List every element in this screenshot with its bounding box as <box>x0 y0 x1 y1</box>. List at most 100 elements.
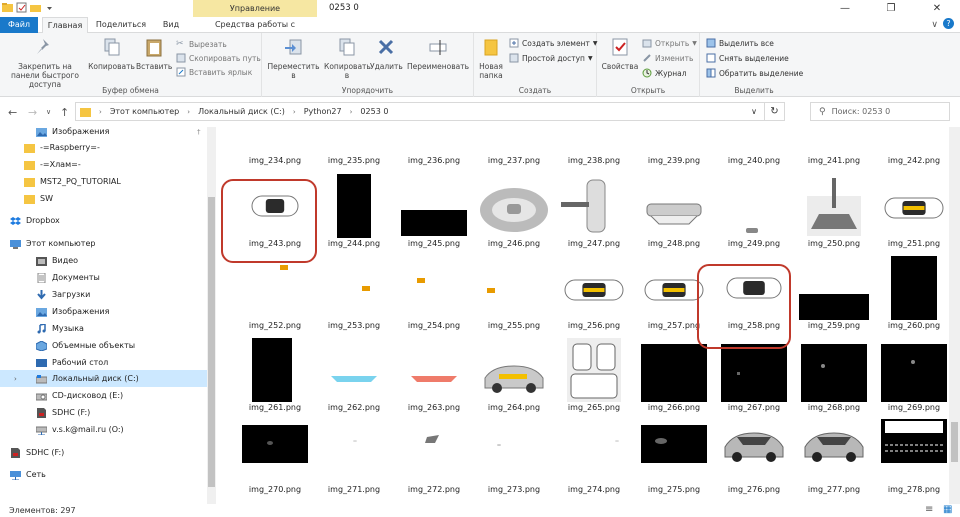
nav-item-2[interactable]: -=Хлам=- <box>0 156 207 173</box>
file-thumbnail[interactable] <box>474 336 554 404</box>
back-arrow-icon[interactable]: ← <box>8 106 17 119</box>
file-name[interactable]: img_251.png <box>874 239 949 248</box>
file-name[interactable]: img_268.png <box>794 403 874 412</box>
up-arrow-icon[interactable]: ↑ <box>60 106 69 119</box>
paste-shortcut-button[interactable]: Вставить ярлык <box>176 67 252 77</box>
file-name[interactable]: img_270.png <box>235 485 315 494</box>
file-name[interactable]: img_267.png <box>714 403 794 412</box>
file-name[interactable]: img_264.png <box>474 403 554 412</box>
nav-item-3[interactable]: MST2_PQ_TUTORIAL <box>0 173 207 190</box>
nav-item-8[interactable]: Документы <box>0 269 207 286</box>
history-button[interactable]: Журнал <box>642 68 687 78</box>
file-thumbnail[interactable] <box>314 172 394 240</box>
invert-selection-button[interactable]: Обратить выделение <box>706 68 803 78</box>
file-thumbnail[interactable] <box>874 417 949 485</box>
select-all-button[interactable]: Выделить все <box>706 38 774 48</box>
file-thumbnail[interactable] <box>474 172 554 240</box>
file-thumbnail[interactable] <box>235 254 315 322</box>
rename-button[interactable]: Переименовать <box>404 37 472 71</box>
file-name[interactable]: img_255.png <box>474 321 554 330</box>
nav-item-19[interactable]: Сеть <box>0 466 207 483</box>
expand-chevron-icon[interactable]: › <box>14 375 17 383</box>
file-thumbnail[interactable] <box>314 254 394 322</box>
file-name[interactable]: img_249.png <box>714 239 794 248</box>
file-name[interactable]: img_237.png <box>474 156 554 165</box>
nav-item-16[interactable]: SDHC (F:) <box>0 404 207 421</box>
tab-picture-tools[interactable]: Средства работы с рисунками <box>193 17 317 44</box>
file-thumbnail[interactable] <box>634 417 714 485</box>
file-name[interactable]: img_244.png <box>314 239 394 248</box>
content-scrollbar[interactable] <box>949 127 960 504</box>
file-name[interactable]: img_241.png <box>794 156 874 165</box>
refresh-icon[interactable]: ↻ <box>764 103 784 120</box>
file-thumbnail[interactable] <box>874 172 949 240</box>
nav-item-17[interactable]: v.s.k@mail.ru (O:) <box>0 421 207 438</box>
nav-item-12[interactable]: Объемные объекты <box>0 337 207 354</box>
address-bar[interactable]: › Этот компьютер › Локальный диск (C:) ›… <box>75 102 785 121</box>
recent-dropdown-icon[interactable]: ∨ <box>46 108 51 116</box>
search-box[interactable]: ⚲ Поиск: 0253 0 <box>810 102 950 121</box>
minimize-button[interactable]: — <box>822 0 868 17</box>
nav-item-11[interactable]: Музыка <box>0 320 207 337</box>
nav-item-1[interactable]: -=Raspberry=- <box>0 139 207 156</box>
tab-view[interactable]: Вид <box>154 17 188 33</box>
nav-item-13[interactable]: Рабочий стол <box>0 354 207 371</box>
details-view-icon[interactable]: ≡ <box>925 504 933 515</box>
new-item-button[interactable]: Создать элемент ▼ <box>509 38 597 48</box>
file-name[interactable]: img_260.png <box>874 321 949 330</box>
file-name[interactable]: img_272.png <box>394 485 474 494</box>
tab-file[interactable]: Файл <box>0 17 38 33</box>
file-thumbnail[interactable] <box>874 254 949 322</box>
file-thumbnail[interactable] <box>634 172 714 240</box>
nav-item-14[interactable]: › Локальный диск (C:) <box>0 370 207 387</box>
properties-quick-icon[interactable] <box>16 2 27 13</box>
file-thumbnail[interactable] <box>394 254 474 322</box>
properties-button[interactable]: Свойства <box>600 37 640 71</box>
file-name[interactable]: img_254.png <box>394 321 474 330</box>
file-thumbnail[interactable] <box>314 336 394 404</box>
file-thumbnail[interactable] <box>394 417 474 485</box>
file-thumbnail[interactable] <box>794 336 874 404</box>
file-thumbnail[interactable] <box>554 417 634 485</box>
nav-item-15[interactable]: CD-дисковод (E:) <box>0 387 207 404</box>
nav-item-9[interactable]: Загрузки <box>0 286 207 303</box>
breadcrumb-this-pc[interactable]: Этот компьютер <box>110 107 179 116</box>
expand-ribbon-icon[interactable]: ∨ <box>931 20 938 30</box>
file-name[interactable]: img_247.png <box>554 239 634 248</box>
file-thumbnail[interactable] <box>394 336 474 404</box>
copy-path-button[interactable]: Скопировать путь <box>176 53 261 63</box>
easy-access-button[interactable]: Простой доступ ▼ <box>509 53 593 63</box>
nav-item-10[interactable]: Изображения <box>0 303 207 320</box>
file-name[interactable]: img_248.png <box>634 239 714 248</box>
delete-button[interactable]: Удалить <box>370 37 403 71</box>
tab-home[interactable]: Главная <box>42 17 88 34</box>
tab-share[interactable]: Поделиться <box>92 17 150 33</box>
file-name[interactable]: img_265.png <box>554 403 634 412</box>
file-name[interactable]: img_262.png <box>314 403 394 412</box>
pin-quick-access-button[interactable]: Закрепить на панели быстрого доступа <box>3 37 87 89</box>
file-name[interactable]: img_277.png <box>794 485 874 494</box>
file-name[interactable]: img_238.png <box>554 156 634 165</box>
breadcrumb-local-disk[interactable]: Локальный диск (C:) <box>198 107 285 116</box>
file-thumbnail[interactable] <box>794 172 874 240</box>
file-thumbnail[interactable] <box>554 172 634 240</box>
file-name[interactable]: img_245.png <box>394 239 474 248</box>
file-name[interactable]: img_261.png <box>235 403 315 412</box>
file-thumbnail[interactable] <box>714 172 794 240</box>
file-name[interactable]: img_253.png <box>314 321 394 330</box>
new-folder-button[interactable]: Новая папка <box>476 37 506 80</box>
file-thumbnail[interactable] <box>794 254 874 322</box>
nav-scrollbar[interactable] <box>207 127 216 504</box>
file-name[interactable]: img_235.png <box>314 156 394 165</box>
nav-item-7[interactable]: Видео <box>0 252 207 269</box>
file-thumbnail[interactable] <box>474 254 554 322</box>
nav-item-5[interactable]: Dropbox <box>0 212 207 229</box>
forward-arrow-icon[interactable]: → <box>28 106 37 119</box>
nav-scrollbar-thumb[interactable] <box>208 197 215 487</box>
customize-qat-icon[interactable] <box>44 2 55 13</box>
large-icons-view-icon[interactable]: ▦ <box>943 504 952 515</box>
breadcrumb-current-folder[interactable]: 0253 0 <box>360 107 388 116</box>
new-folder-quick-icon[interactable] <box>30 2 41 13</box>
file-name[interactable]: img_274.png <box>554 485 634 494</box>
open-button[interactable]: Открыть ▼ <box>642 38 697 48</box>
